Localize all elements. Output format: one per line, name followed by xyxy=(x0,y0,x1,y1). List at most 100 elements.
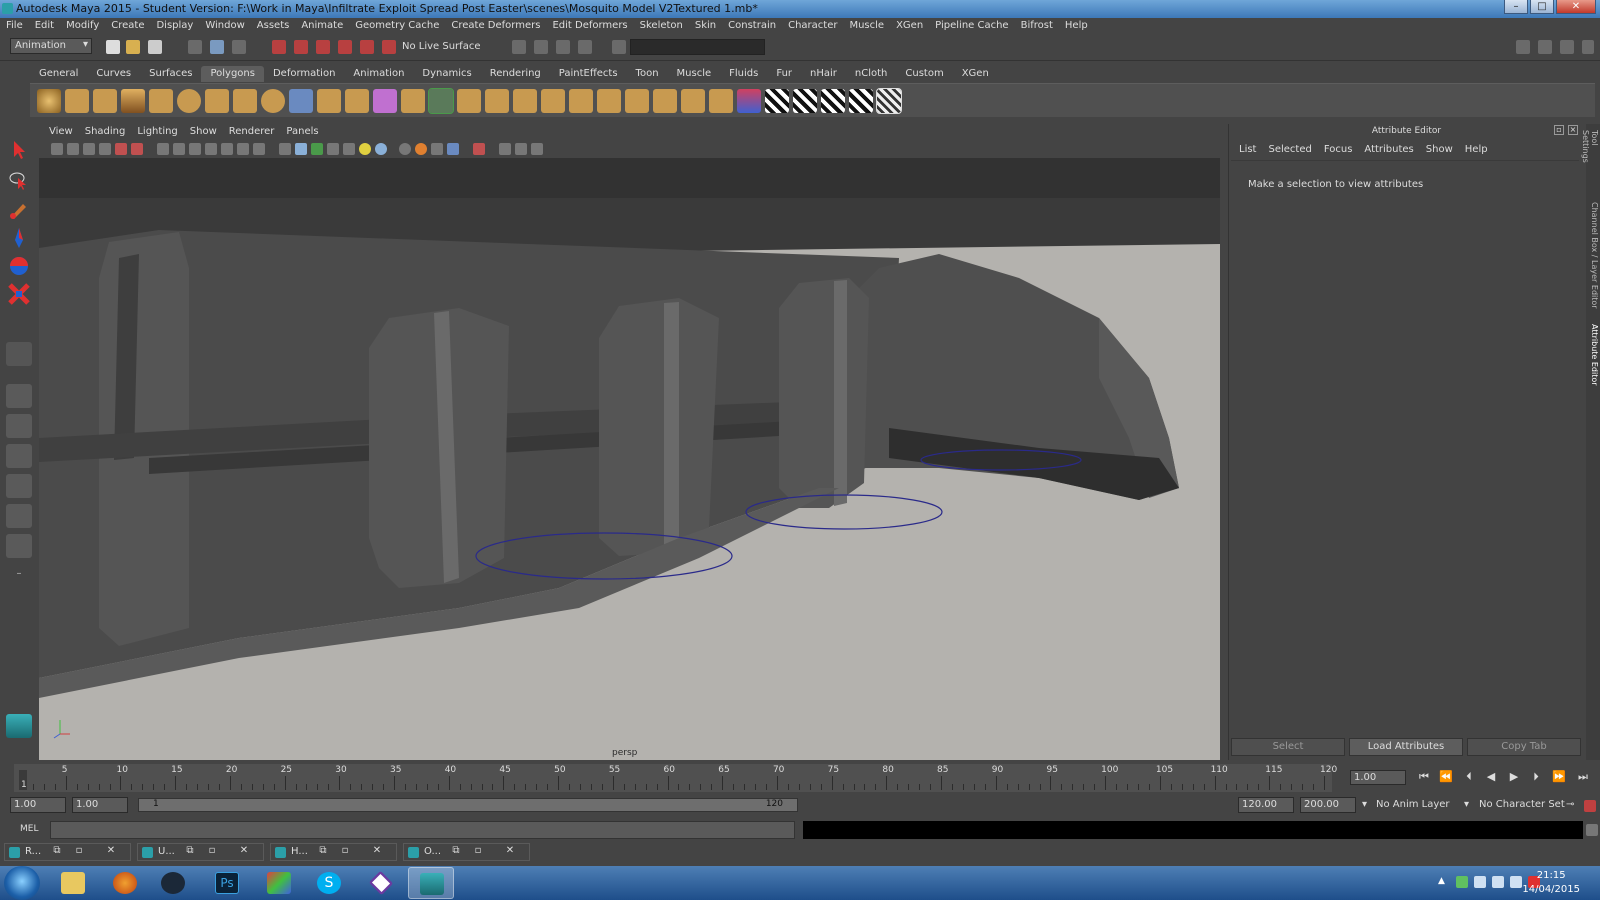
ae-menu-help[interactable]: Help xyxy=(1459,144,1494,155)
persp-hypershade-layout-icon[interactable] xyxy=(6,504,32,528)
menu-edit-deformers[interactable]: Edit Deformers xyxy=(546,18,633,34)
snap-curve-icon[interactable] xyxy=(294,40,308,54)
ae-menu-selected[interactable]: Selected xyxy=(1262,144,1317,155)
panel-menu-renderer[interactable]: Renderer xyxy=(223,124,281,140)
taskbar-firefox[interactable] xyxy=(102,867,148,899)
show-hidden-icons-icon[interactable]: ▲ xyxy=(1438,876,1450,888)
menu-file[interactable]: File xyxy=(0,18,29,34)
shelf-tab-ncloth[interactable]: nCloth xyxy=(846,66,896,82)
step-back-key-icon[interactable]: ⏴ xyxy=(1461,770,1477,784)
shelf-tab-fur[interactable]: Fur xyxy=(767,66,801,82)
range-slider[interactable]: 1 120 xyxy=(138,798,798,812)
grid-icon[interactable] xyxy=(157,143,169,155)
shelf-tab-curves[interactable]: Curves xyxy=(87,66,140,82)
poly-sphere-icon[interactable] xyxy=(37,89,61,113)
bookmarks-icon[interactable] xyxy=(83,143,95,155)
taskbar-skype[interactable]: S xyxy=(306,867,352,899)
restore-icon[interactable]: ⧉ xyxy=(317,845,329,856)
select-hierarchy-icon[interactable] xyxy=(188,40,202,54)
xray-icon[interactable] xyxy=(415,143,427,155)
menu-muscle[interactable]: Muscle xyxy=(843,18,890,34)
ambient-occlusion-icon[interactable] xyxy=(375,143,387,155)
separate-icon[interactable] xyxy=(317,89,341,113)
command-language-label[interactable]: MEL xyxy=(20,824,38,834)
poly-platonic-icon[interactable] xyxy=(261,89,285,113)
taskbar-steam[interactable] xyxy=(150,867,196,899)
minimized-window[interactable]: H... ⧉ ▫ ✕ xyxy=(270,843,397,861)
start-button[interactable] xyxy=(4,866,40,900)
snap-point-icon[interactable] xyxy=(316,40,330,54)
highlight-selection-icon[interactable] xyxy=(473,143,485,155)
shelf-tab-animation[interactable]: Animation xyxy=(344,66,413,82)
poke-face-icon[interactable] xyxy=(653,89,677,113)
ae-menu-show[interactable]: Show xyxy=(1420,144,1459,155)
shelf-tab-polygons[interactable]: Polygons xyxy=(201,66,264,82)
extrude-icon[interactable] xyxy=(401,89,425,113)
auto-key-icon[interactable]: ⊸ xyxy=(1566,799,1574,810)
poly-pipe-icon[interactable] xyxy=(233,89,257,113)
render-view-icon[interactable] xyxy=(512,40,526,54)
menu-assets[interactable]: Assets xyxy=(251,18,296,34)
menu-bifrost[interactable]: Bifrost xyxy=(1015,18,1059,34)
shelf-tab-painteffects[interactable]: PaintEffects xyxy=(550,66,627,82)
menu-modify[interactable]: Modify xyxy=(60,18,105,34)
tab-tool-settings[interactable]: Tool Settings xyxy=(1581,130,1599,180)
playback-end-field[interactable]: 120.00 xyxy=(1238,797,1294,813)
close-icon[interactable]: ✕ xyxy=(371,845,383,856)
poly-torus-icon[interactable] xyxy=(177,89,201,113)
current-frame-field[interactable]: 1.00 xyxy=(1350,770,1406,785)
menu-constrain[interactable]: Constrain xyxy=(722,18,782,34)
append-polygon-icon[interactable] xyxy=(457,89,481,113)
snap-live-icon[interactable] xyxy=(360,40,374,54)
menu-xgen[interactable]: XGen xyxy=(890,18,929,34)
poly-plane-icon[interactable] xyxy=(149,89,173,113)
paint-select-icon[interactable] xyxy=(6,198,32,222)
panel-menu-show[interactable]: Show xyxy=(184,124,223,140)
maximize-icon[interactable]: ▫ xyxy=(73,845,85,856)
menu-edit[interactable]: Edit xyxy=(29,18,60,34)
render-settings-icon[interactable] xyxy=(578,40,592,54)
input-line-icon[interactable] xyxy=(612,40,626,54)
character-set-dropdown-arrow[interactable]: ▾ xyxy=(1464,799,1469,810)
open-scene-icon[interactable] xyxy=(126,40,140,54)
playback-start-field[interactable]: 1.00 xyxy=(72,797,128,813)
restore-icon[interactable]: ⧉ xyxy=(184,845,196,856)
film-gate-icon[interactable] xyxy=(173,143,185,155)
viewport-scene[interactable] xyxy=(39,158,1220,760)
play-backwards-icon[interactable]: ◀ xyxy=(1483,770,1499,784)
menu-skin[interactable]: Skin xyxy=(689,18,722,34)
field-chart-icon[interactable] xyxy=(221,143,233,155)
restore-icon[interactable]: ⧉ xyxy=(51,845,63,856)
minimized-window[interactable]: O... ⧉ ▫ ✕ xyxy=(403,843,530,861)
step-forward-key-icon[interactable]: ⏵ xyxy=(1528,770,1544,784)
select-component-icon[interactable] xyxy=(232,40,246,54)
grease-pencil-icon[interactable] xyxy=(131,143,143,155)
maximize-icon[interactable]: ▫ xyxy=(206,845,218,856)
shelf-tab-surfaces[interactable]: Surfaces xyxy=(140,66,201,82)
xray-components-icon[interactable] xyxy=(447,143,459,155)
minimize-button[interactable]: – xyxy=(1504,0,1528,14)
shelf-tab-custom[interactable]: Custom xyxy=(896,66,952,82)
maximize-icon[interactable]: ▫ xyxy=(472,845,484,856)
shelf-tab-rendering[interactable]: Rendering xyxy=(481,66,550,82)
merge-to-center-icon[interactable] xyxy=(625,89,649,113)
clock[interactable]: 21:15 14/04/2015 xyxy=(1522,869,1580,897)
shelf-tab-nhair[interactable]: nHair xyxy=(801,66,846,82)
textured-icon[interactable] xyxy=(327,143,339,155)
hud-icon[interactable] xyxy=(499,143,511,155)
minimized-window[interactable]: R... ⧉ ▫ ✕ xyxy=(4,843,131,861)
single-perspective-layout-icon[interactable] xyxy=(6,384,32,408)
offset-edge-loop-icon[interactable] xyxy=(541,89,565,113)
taskbar-visual-studio[interactable] xyxy=(358,867,404,899)
close-icon[interactable]: ✕ xyxy=(504,845,516,856)
shelf-tab-toon[interactable]: Toon xyxy=(627,66,668,82)
copy-tab-button[interactable]: Copy Tab xyxy=(1467,738,1581,756)
poly-cylinder-icon[interactable] xyxy=(93,89,117,113)
uv-cylindrical-icon[interactable] xyxy=(793,89,817,113)
menu-geometry-cache[interactable]: Geometry Cache xyxy=(349,18,445,34)
time-slider[interactable]: 5 10 15 20 25 30 35 40 45 50 55 60 65 70 75 80 85 90 95 100… xyxy=(14,764,1337,792)
gate-mask-icon[interactable] xyxy=(205,143,217,155)
command-input-field[interactable] xyxy=(50,821,795,839)
last-tool-icon[interactable] xyxy=(6,342,32,366)
ae-menu-attributes[interactable]: Attributes xyxy=(1358,144,1419,155)
